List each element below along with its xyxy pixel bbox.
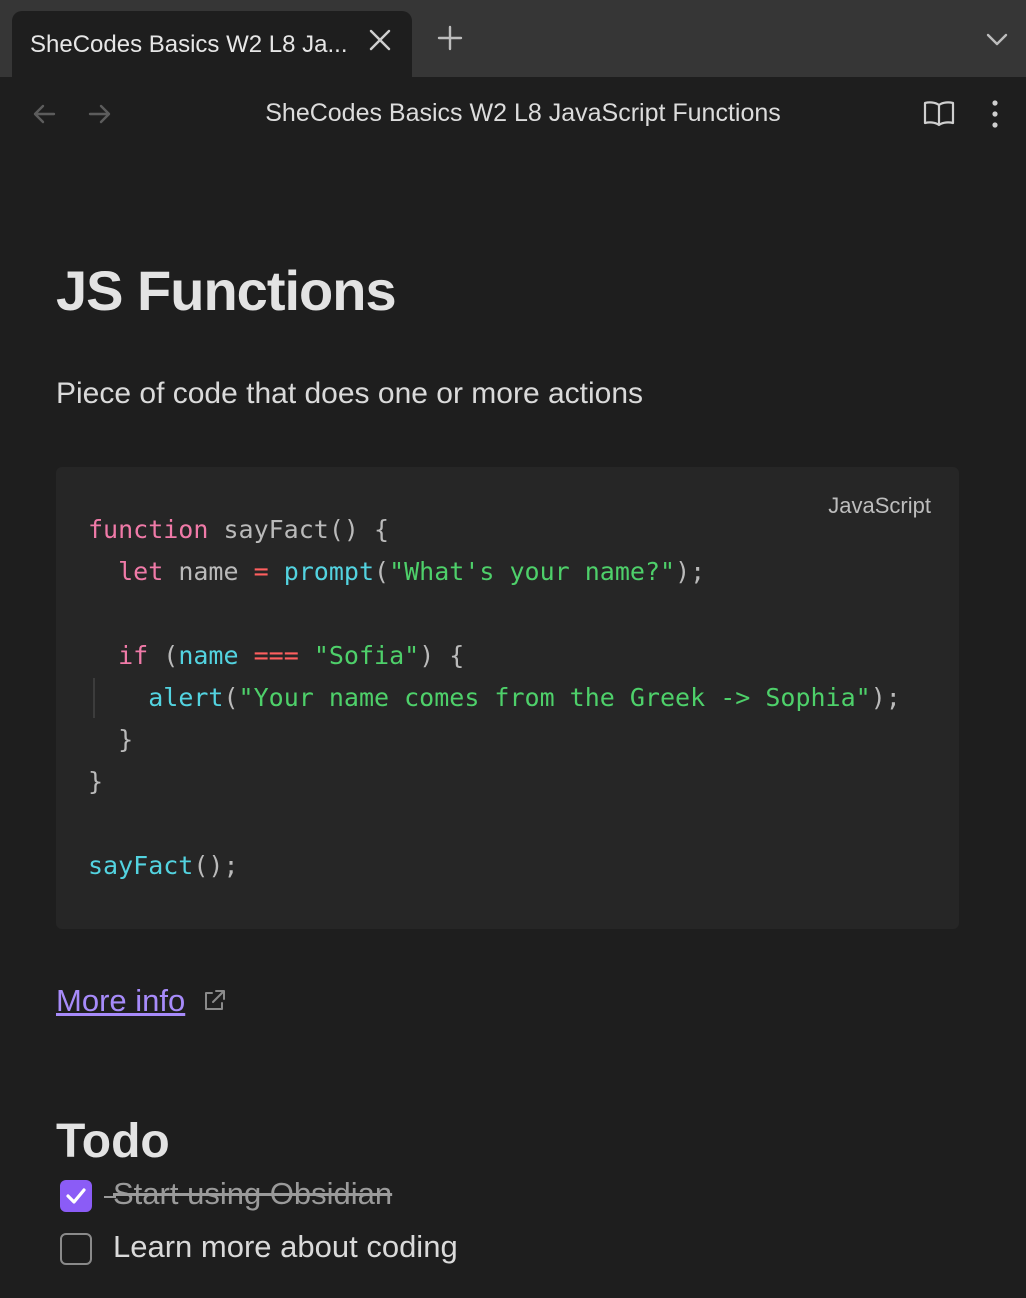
plus-icon[interactable] [436, 24, 464, 52]
code-content: function sayFact() { let name = prompt("… [88, 509, 901, 887]
todo-checkbox[interactable] [60, 1180, 92, 1212]
note-heading: JS Functions [56, 259, 397, 322]
note-paragraph: Piece of code that does one or more acti… [56, 377, 644, 410]
close-icon[interactable] [367, 27, 393, 53]
code-line: sayFact(); [88, 851, 239, 880]
view-title[interactable]: SheCodes Basics W2 L8 JavaScript Functio… [0, 99, 1026, 128]
more-info-link[interactable]: More info [56, 983, 185, 1019]
todo-heading: Todo [56, 1115, 170, 1168]
code-line: function sayFact() { [88, 515, 390, 544]
code-line: } [88, 767, 104, 796]
external-link-icon [205, 990, 225, 1010]
tab-bar: SheCodes Basics W2 L8 Ja... [0, 0, 1026, 77]
code-line: } [88, 725, 134, 754]
tab-active[interactable]: SheCodes Basics W2 L8 Ja... [12, 11, 412, 77]
todo-checkbox[interactable] [60, 1233, 92, 1265]
code-line: alert("Your name comes from the Greek ->… [148, 683, 901, 712]
todo-text: Start using Obsidian [113, 1176, 393, 1211]
view-header: SheCodes Basics W2 L8 JavaScript Functio… [0, 77, 1026, 153]
check-icon [66, 1188, 86, 1204]
tab-title: SheCodes Basics W2 L8 Ja... [30, 31, 348, 58]
code-line: let name = prompt("What's your name?"); [118, 557, 706, 586]
todo-text: Learn more about coding [113, 1229, 458, 1264]
more-vertical-icon[interactable] [983, 99, 1007, 129]
chevron-down-icon[interactable] [984, 26, 1010, 52]
book-open-icon[interactable] [922, 98, 956, 128]
code-block[interactable]: JavaScript function sayFact() { let name… [56, 467, 959, 929]
code-line: if (name === "Sofia") { [118, 641, 465, 670]
